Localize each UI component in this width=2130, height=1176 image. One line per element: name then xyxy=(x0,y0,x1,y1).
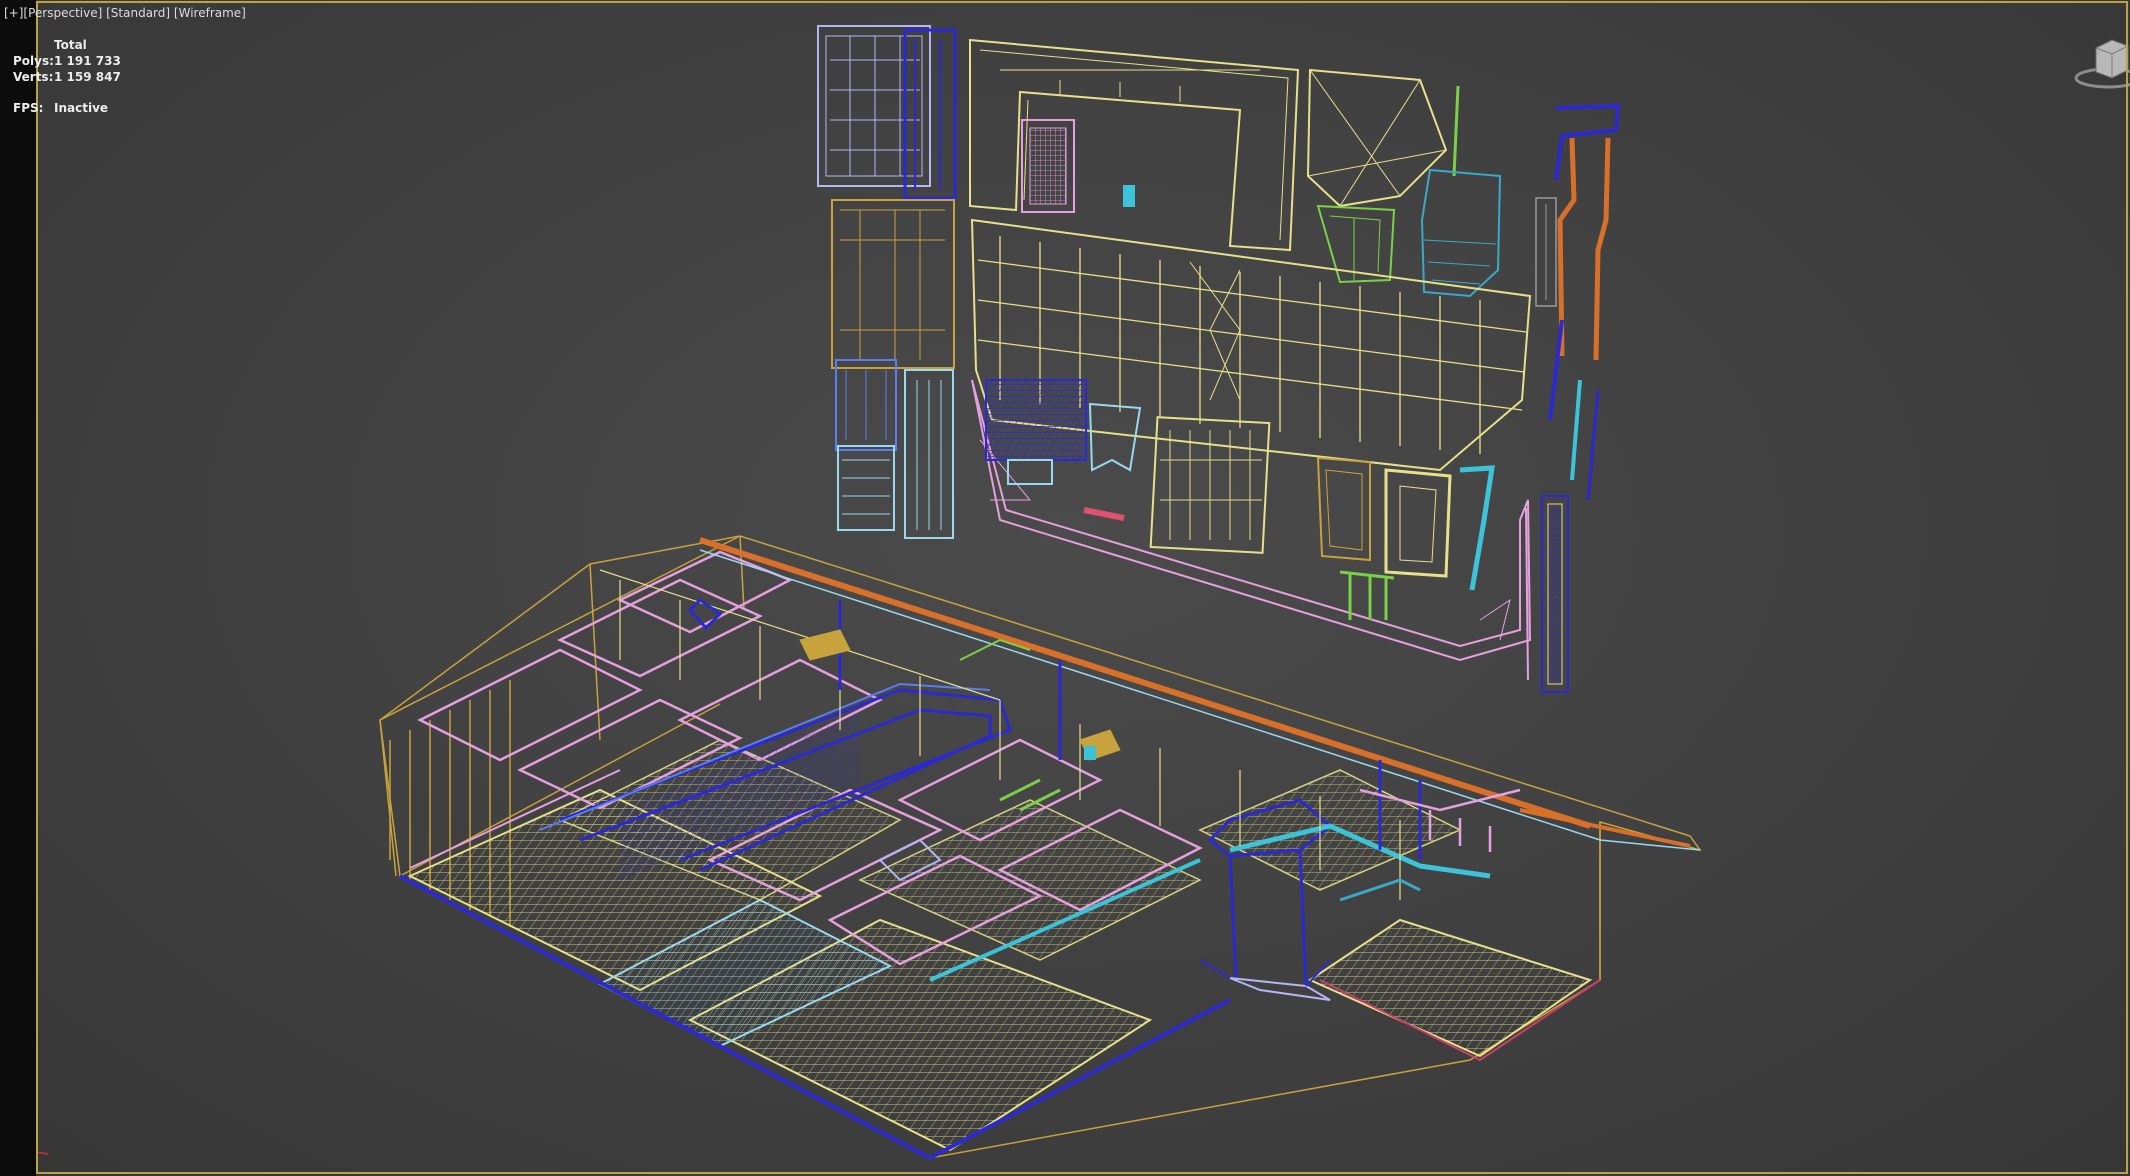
polys-value: 1 191 733 xyxy=(54,54,121,68)
3d-viewport[interactable]: [+][Perspective] [Standard] [Wireframe] … xyxy=(0,0,2130,1176)
viewcube-icon[interactable] xyxy=(2074,39,2130,89)
viewport-render-mode-menu[interactable]: [Wireframe] xyxy=(174,6,246,20)
stats-fps-row: FPS: Inactive xyxy=(13,100,121,116)
verts-label: Verts: xyxy=(13,70,54,84)
floor-module xyxy=(379,535,1702,1160)
viewport-label-menu: [+][Perspective] [Standard] [Wireframe] xyxy=(4,6,246,20)
stats-polys-row: Polys: 1 191 733 xyxy=(13,53,121,69)
stats-header: Total xyxy=(54,38,87,52)
wireframe-scene[interactable] xyxy=(0,0,2130,1176)
viewport-shading-style-menu[interactable]: [Standard] xyxy=(106,6,170,20)
statistics-overlay: Total Polys: 1 191 733 Verts: 1 159 847 … xyxy=(13,37,121,116)
fps-label: FPS: xyxy=(13,101,44,115)
verts-value: 1 159 847 xyxy=(54,70,121,84)
left-panel-strip xyxy=(0,0,36,1176)
viewport-plus-menu[interactable]: [+] xyxy=(4,6,23,20)
fps-value: Inactive xyxy=(54,101,109,115)
stats-verts-row: Verts: 1 159 847 xyxy=(13,69,121,85)
trim-sheet xyxy=(817,25,1621,693)
viewport-point-of-view-menu[interactable]: [Perspective] xyxy=(23,6,102,20)
polys-label: Polys: xyxy=(13,54,54,68)
trim-module-lavender xyxy=(817,25,931,187)
